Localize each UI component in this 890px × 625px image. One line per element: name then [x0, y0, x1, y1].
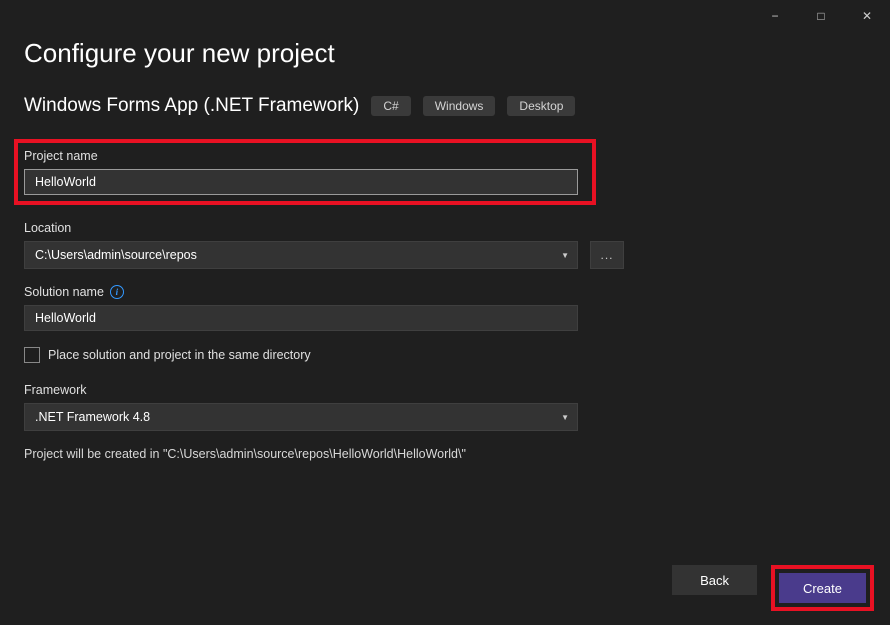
main-content: Configure your new project Windows Forms… — [0, 32, 890, 461]
template-name: Windows Forms App (.NET Framework) — [24, 95, 359, 117]
framework-value: .NET Framework 4.8 — [35, 410, 150, 424]
chevron-down-icon: ▼ — [561, 413, 569, 422]
create-button-highlight: Create — [771, 565, 874, 611]
location-dropdown[interactable]: C:\Users\admin\source\repos ▼ — [24, 241, 578, 269]
template-header: Windows Forms App (.NET Framework) C# Wi… — [24, 95, 866, 117]
page-title: Configure your new project — [24, 38, 866, 69]
maximize-button[interactable]: □ — [798, 0, 844, 32]
project-name-group: Project name — [14, 139, 596, 205]
location-label: Location — [24, 221, 866, 235]
project-name-input[interactable] — [24, 169, 578, 195]
solution-name-input[interactable] — [24, 305, 578, 331]
close-button[interactable]: ✕ — [844, 0, 890, 32]
same-directory-label: Place solution and project in the same d… — [48, 348, 311, 362]
back-button[interactable]: Back — [672, 565, 757, 595]
same-directory-checkbox[interactable] — [24, 347, 40, 363]
minimize-button[interactable]: − — [752, 0, 798, 32]
project-name-label: Project name — [24, 149, 586, 163]
create-button[interactable]: Create — [779, 573, 866, 603]
minimize-icon: − — [771, 9, 778, 23]
maximize-icon: □ — [817, 9, 824, 23]
framework-label: Framework — [24, 383, 866, 397]
framework-group: Framework .NET Framework 4.8 ▼ — [24, 383, 866, 431]
tag-windows: Windows — [423, 96, 496, 116]
browse-button[interactable]: ... — [590, 241, 624, 269]
footer: Back Create — [672, 565, 874, 611]
same-directory-row: Place solution and project in the same d… — [24, 347, 866, 363]
chevron-down-icon: ▼ — [561, 251, 569, 260]
tag-csharp: C# — [371, 96, 410, 116]
solution-name-label: Solution name i — [24, 285, 866, 299]
location-value: C:\Users\admin\source\repos — [35, 248, 197, 262]
tag-desktop: Desktop — [507, 96, 575, 116]
location-group: Location C:\Users\admin\source\repos ▼ .… — [24, 221, 866, 269]
titlebar: − □ ✕ — [0, 0, 890, 32]
close-icon: ✕ — [862, 9, 872, 23]
info-icon[interactable]: i — [110, 285, 124, 299]
creation-path-hint: Project will be created in "C:\Users\adm… — [24, 447, 866, 461]
framework-dropdown[interactable]: .NET Framework 4.8 ▼ — [24, 403, 578, 431]
solution-name-group: Solution name i — [24, 285, 866, 331]
